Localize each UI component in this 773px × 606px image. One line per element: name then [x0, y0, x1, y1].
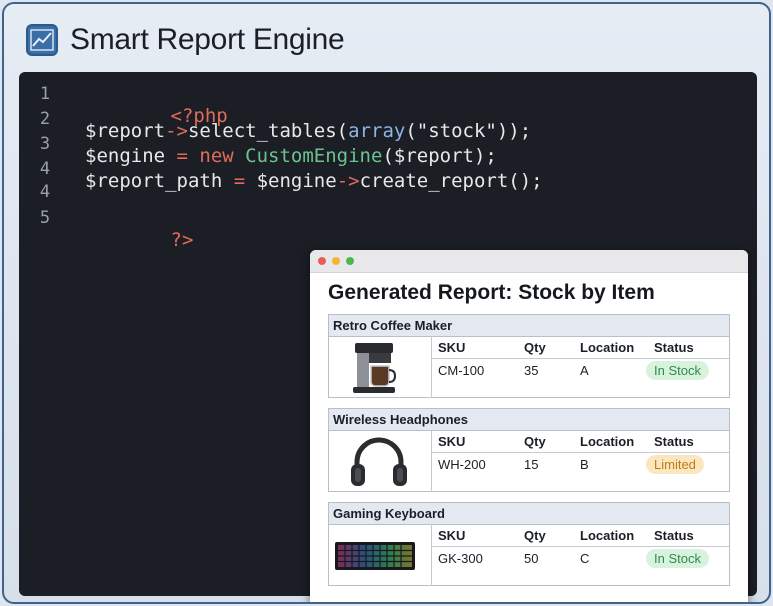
column-header-sku: SKU — [438, 340, 466, 355]
table-header-row: SKU Qty Location Status — [432, 336, 729, 359]
item-card: Wireless Headphones SKU Qty Location Sta… — [328, 408, 730, 492]
item-table: SKU Qty Location Status GK-300 50 C In S… — [431, 524, 729, 586]
item-table: SKU Qty Location Status CM-100 35 A In S… — [431, 336, 729, 398]
window-titlebar — [310, 250, 748, 273]
column-header-sku: SKU — [438, 528, 466, 543]
report-title: Generated Report: Stock by Item — [328, 281, 655, 304]
column-header-qty: Qty — [524, 434, 546, 449]
code-token: = — [165, 145, 200, 167]
table-header-row: SKU Qty Location Status — [432, 524, 729, 547]
location-cell: A — [580, 363, 589, 378]
code-content: <?php $report->select_tables(array("stoc… — [19, 72, 543, 251]
table-row: CM-100 35 A In Stock — [432, 359, 729, 381]
code-token: -> — [165, 120, 188, 142]
status-badge: In Stock — [646, 549, 709, 568]
table-row: GK-300 50 C In Stock — [432, 547, 729, 569]
sku-cell: CM-100 — [438, 363, 485, 378]
location-cell: C — [580, 551, 590, 566]
code-line-3: $engine = new CustomEngine($report); — [85, 145, 497, 167]
code-token: CustomEngine — [245, 145, 383, 167]
code-token: = — [222, 170, 257, 192]
keyboard-icon — [333, 528, 425, 584]
code-token: $report_path — [85, 170, 223, 192]
minimize-window-button[interactable] — [332, 257, 340, 265]
column-header-location: Location — [580, 340, 635, 355]
column-header-sku: SKU — [438, 434, 466, 449]
code-token: $report — [85, 120, 166, 142]
sku-cell: WH-200 — [438, 457, 486, 472]
code-line-2: $report->select_tables(array("stock")); — [85, 120, 531, 142]
item-name: Retro Coffee Maker — [329, 315, 729, 337]
status-badge: Limited — [646, 455, 704, 474]
sku-cell: GK-300 — [438, 551, 483, 566]
header: Smart Report Engine — [26, 20, 345, 60]
column-header-qty: Qty — [524, 528, 546, 543]
code-token: $engine — [256, 170, 337, 192]
code-token: -> — [336, 170, 360, 192]
item-table: SKU Qty Location Status WH-200 15 B Limi… — [431, 430, 729, 492]
item-name: Gaming Keyboard — [329, 503, 729, 525]
app-title: Smart Report Engine — [70, 23, 345, 56]
code-token: array — [348, 120, 406, 142]
item-card: Retro Coffee Maker SKU Qty Location Stat… — [328, 314, 730, 398]
coffee-maker-icon — [333, 340, 425, 396]
location-cell: B — [580, 457, 589, 472]
report-window: Generated Report: Stock by Item Retro Co… — [310, 250, 748, 602]
app-frame: Smart Report Engine 1 2 3 4 4 5 <?php $r… — [2, 2, 771, 604]
qty-cell: 50 — [524, 551, 539, 566]
code-line-5: ?> — [79, 207, 194, 273]
qty-cell: 35 — [524, 363, 539, 378]
code-token: create_report(); — [359, 170, 543, 192]
code-token: new — [199, 145, 246, 167]
php-close-tag: ?> — [170, 229, 194, 251]
code-token: select_tables( — [187, 120, 349, 142]
maximize-window-button[interactable] — [346, 257, 354, 265]
column-header-qty: Qty — [524, 340, 546, 355]
headphones-icon — [333, 434, 425, 490]
table-row: WH-200 15 B Limited — [432, 453, 729, 475]
column-header-status: Status — [654, 340, 694, 355]
code-token: $engine — [85, 145, 166, 167]
code-token: ($report); — [382, 145, 497, 167]
column-header-location: Location — [580, 528, 635, 543]
column-header-status: Status — [654, 528, 694, 543]
code-token: ("stock")); — [405, 120, 532, 142]
status-badge: In Stock — [646, 361, 709, 380]
qty-cell: 15 — [524, 457, 539, 472]
close-window-button[interactable] — [318, 257, 326, 265]
column-header-location: Location — [580, 434, 635, 449]
table-header-row: SKU Qty Location Status — [432, 430, 729, 453]
chart-line-icon — [26, 24, 58, 56]
item-card: Gaming Keyboard SKU Qty Location Status … — [328, 502, 730, 586]
column-header-status: Status — [654, 434, 694, 449]
item-name: Wireless Headphones — [329, 409, 729, 431]
code-line-4: $report_path = $engine->create_report(); — [85, 170, 543, 192]
